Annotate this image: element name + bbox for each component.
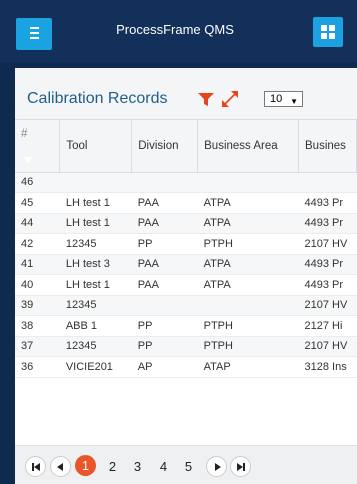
cell-business-area: ATAP: [197, 356, 299, 378]
top-bar: ProcessFrame QMS: [0, 0, 357, 62]
cell-number: 40: [15, 274, 60, 296]
cell-business-area: ATPA: [197, 254, 299, 275]
next-page-button[interactable]: [206, 456, 227, 477]
table-row[interactable]: 36 VICIE201 AP ATAP 3128 Ins: [15, 356, 357, 378]
cell-tool: LH test 1: [59, 213, 132, 234]
cell-tool: ABB 1: [59, 315, 132, 337]
cell-business: 4493 Pr: [298, 274, 357, 296]
cell-business-area: ATPA: [197, 274, 299, 296]
cell-tool: VICIE201: [59, 356, 132, 378]
last-page-button[interactable]: [230, 456, 251, 477]
cell-business: 4493 Pr: [298, 192, 357, 214]
cell-tool: 12345: [59, 233, 132, 255]
column-header-business-area[interactable]: Business Area: [197, 120, 300, 173]
hamburger-icon: [30, 27, 39, 39]
pagination: 1 2 3 4 5: [15, 445, 357, 484]
cell-business-area: ATPA: [197, 213, 299, 234]
cell-division: PAA: [131, 192, 198, 214]
cell-business: 4493 Pr: [298, 254, 357, 275]
cell-division: PAA: [131, 254, 198, 275]
grid-icon: [321, 25, 335, 39]
cell-number: 36: [15, 356, 60, 378]
cell-number: 44: [15, 213, 60, 234]
page-3[interactable]: 3: [127, 457, 148, 478]
panel-title: Calibration Records: [27, 90, 168, 107]
table-header-row: # Tool Division Business Area Busines: [15, 120, 357, 173]
column-header-number[interactable]: #: [15, 120, 61, 173]
cell-business-area: [197, 295, 299, 316]
last-page-icon: [243, 463, 245, 471]
sort-desc-icon: [23, 157, 33, 163]
table-row[interactable]: 37 12345 PP PTPH 2107 HV: [15, 336, 357, 357]
chevron-down-icon: ▼: [290, 97, 298, 106]
cell-division: AP: [131, 356, 198, 378]
table-row[interactable]: 44 LH test 1 PAA ATPA 4493 Pr: [15, 213, 357, 234]
cell-number: 46: [15, 172, 60, 193]
table-body: 46 45 LH test 1 PAA ATPA 4493 Pr 44 LH test 1 PA…: [15, 172, 357, 378]
cell-division: PP: [131, 315, 198, 337]
table-row[interactable]: 42 12345 PP PTPH 2107 HV: [15, 233, 357, 255]
cell-business: [298, 172, 357, 193]
cell-business-area: PTPH: [197, 336, 299, 357]
cell-tool: LH test 1: [59, 192, 132, 214]
cell-number: 41: [15, 254, 60, 275]
table-row[interactable]: 45 LH test 1 PAA ATPA 4493 Pr: [15, 192, 357, 214]
chevron-right-icon: [215, 463, 221, 471]
cell-number: 39: [15, 295, 60, 316]
column-header-division[interactable]: Division: [131, 120, 199, 173]
cell-business: 2107 HV: [298, 295, 357, 316]
panel-header: Calibration Records 10 ▼: [15, 68, 357, 120]
cell-business: 3128 Ins: [298, 356, 357, 378]
page-5[interactable]: 5: [178, 457, 199, 478]
cell-business: 2107 HV: [298, 233, 357, 255]
table-row[interactable]: 40 LH test 1 PAA ATPA 4493 Pr: [15, 274, 357, 296]
cell-division: [131, 172, 198, 193]
cell-division: PP: [131, 336, 198, 357]
cell-tool: LH test 3: [59, 254, 132, 275]
table-row[interactable]: 46: [15, 172, 357, 193]
apps-button[interactable]: [313, 17, 343, 47]
cell-business-area: PTPH: [197, 233, 299, 255]
cell-number: 38: [15, 315, 60, 337]
menu-button[interactable]: [16, 18, 52, 50]
cell-division: PP: [131, 233, 198, 255]
cell-division: PAA: [131, 274, 198, 296]
page-size-value: 10: [270, 93, 283, 105]
column-header-tool[interactable]: Tool: [59, 120, 133, 173]
cell-business-area: PTPH: [197, 315, 299, 337]
chevron-left-icon: [57, 463, 63, 471]
cell-number: 45: [15, 192, 60, 214]
page-4[interactable]: 4: [153, 457, 174, 478]
cell-number: 37: [15, 336, 60, 357]
cell-division: [131, 295, 198, 316]
calibration-panel: Calibration Records 10 ▼ # Tool Division…: [15, 68, 357, 484]
first-page-button[interactable]: [25, 456, 46, 477]
filter-icon[interactable]: [198, 93, 214, 107]
table-row[interactable]: 41 LH test 3 PAA ATPA 4493 Pr: [15, 254, 357, 275]
cell-number: 42: [15, 233, 60, 255]
cell-business-area: [197, 172, 299, 193]
records-table: # Tool Division Business Area Busines 46…: [15, 120, 357, 378]
cell-business: 4493 Pr: [298, 213, 357, 234]
table-row[interactable]: 38 ABB 1 PP PTPH 2127 Hi: [15, 315, 357, 337]
cell-business: 2107 HV: [298, 336, 357, 357]
prev-page-button[interactable]: [50, 456, 71, 477]
page-size-select[interactable]: 10 ▼: [264, 91, 303, 107]
column-header-number-label: #: [21, 128, 28, 140]
table-row[interactable]: 39 12345 2107 HV: [15, 295, 357, 316]
column-header-business[interactable]: Busines: [298, 120, 357, 173]
cell-tool: LH test 1: [59, 274, 132, 296]
cell-tool: [59, 172, 132, 193]
cell-division: PAA: [131, 213, 198, 234]
cell-tool: 12345: [59, 336, 132, 357]
cell-tool: 12345: [59, 295, 132, 316]
page-2[interactable]: 2: [102, 457, 123, 478]
cell-business-area: ATPA: [197, 192, 299, 214]
page-1[interactable]: 1: [75, 455, 96, 476]
cell-business: 2127 Hi: [298, 315, 357, 337]
app-title: ProcessFrame QMS: [116, 22, 234, 37]
expand-icon[interactable]: [221, 90, 239, 108]
